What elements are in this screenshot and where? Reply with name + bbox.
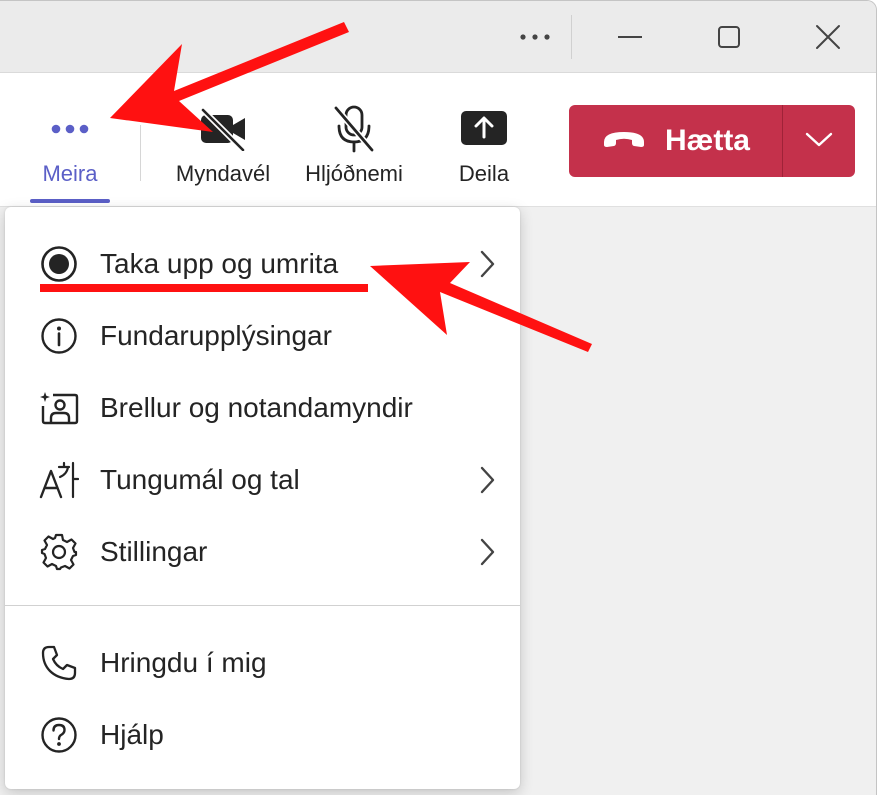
record-icon	[39, 244, 79, 284]
menu-item-help[interactable]: Hjálp	[5, 705, 520, 765]
teams-window: Meira Myndavél Hljóðnemi Deila Hætta Tak…	[0, 0, 877, 795]
leave-button-group: Hætta	[569, 105, 855, 177]
help-icon	[39, 715, 79, 755]
video-off-icon	[198, 99, 248, 159]
menu-item-label: Stillingar	[100, 536, 208, 567]
menu-item-label: Brellur og notandamyndir	[100, 392, 413, 423]
menu-divider	[5, 605, 520, 606]
title-bar	[0, 1, 876, 73]
menu-item-language[interactable]: Tungumál og tal	[5, 450, 520, 510]
more-menu: Taka upp og umrita Fundarupplýsingar Bre…	[5, 207, 520, 789]
menu-item-effects[interactable]: Brellur og notandamyndir	[5, 378, 520, 438]
camera-label: Myndavél	[175, 161, 271, 186]
more-horizontal-icon[interactable]	[515, 17, 555, 57]
mic-off-icon	[330, 99, 378, 159]
chevron-right-icon	[475, 534, 499, 570]
leave-button[interactable]: Hætta	[569, 105, 783, 177]
menu-item-label: Tungumál og tal	[100, 464, 300, 495]
close-icon[interactable]	[808, 17, 848, 57]
mic-button[interactable]: Hljóðnemi	[295, 73, 413, 207]
more-label: Meira	[42, 161, 98, 186]
share-screen-icon	[460, 99, 508, 159]
menu-item-call-me[interactable]: Hringdu í mig	[5, 633, 520, 693]
chevron-down-icon	[804, 130, 834, 153]
more-horizontal-icon	[50, 99, 90, 159]
toolbar-divider	[140, 125, 141, 181]
more-button[interactable]: Meira	[20, 73, 120, 207]
menu-item-meeting-info[interactable]: Fundarupplýsingar	[5, 306, 520, 366]
maximize-icon[interactable]	[709, 17, 749, 57]
gear-icon	[39, 532, 79, 572]
leave-dropdown-button[interactable]	[783, 105, 855, 177]
leave-label: Hætta	[664, 124, 750, 157]
share-label: Deila	[458, 161, 510, 186]
menu-item-label: Hjálp	[100, 719, 164, 750]
mic-label: Hljóðnemi	[305, 161, 403, 186]
titlebar-divider	[571, 15, 572, 59]
minimize-icon[interactable]	[610, 17, 650, 57]
menu-item-label: Hringdu í mig	[100, 647, 267, 678]
language-icon	[39, 460, 79, 500]
phone-hangup-icon	[601, 128, 647, 155]
chevron-right-icon	[475, 462, 499, 498]
share-button[interactable]: Deila	[438, 73, 530, 207]
menu-item-label: Fundarupplýsingar	[100, 320, 332, 351]
effects-avatar-icon	[39, 388, 79, 428]
chevron-right-icon	[475, 246, 499, 282]
menu-item-settings[interactable]: Stillingar	[5, 522, 520, 582]
menu-item-label: Taka upp og umrita	[100, 248, 339, 279]
more-active-indicator	[30, 199, 110, 203]
phone-icon	[39, 643, 79, 683]
menu-item-record[interactable]: Taka upp og umrita	[5, 234, 520, 294]
camera-button[interactable]: Myndavél	[164, 73, 282, 207]
info-icon	[39, 316, 79, 356]
